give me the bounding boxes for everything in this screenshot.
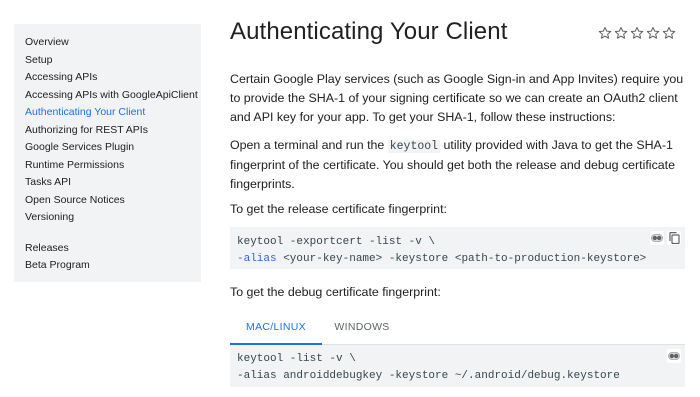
sidebar-nav: Overview Setup Accessing APIs Accessing …	[14, 24, 201, 282]
release-code-alias-rest: <your-key-name> -keystore <path-to-produ…	[276, 253, 647, 265]
sidebar-item-authorizing-rest-apis[interactable]: Authorizing for REST APIs	[25, 122, 201, 140]
keytool-instructions-paragraph: Open a terminal and run the keytool util…	[230, 136, 685, 194]
debug-code-line-2: -alias androiddebugkey -keystore ~/.andr…	[237, 370, 620, 382]
sidebar-item-releases[interactable]: Releases	[25, 240, 201, 258]
sidebar-item-accessing-apis-googleapiclient[interactable]: Accessing APIs with GoogleApiClient	[25, 87, 201, 105]
sidebar-item-runtime-permissions[interactable]: Runtime Permissions	[25, 157, 201, 175]
release-code-toolbar	[650, 231, 681, 245]
sidebar-item-authenticating-your-client[interactable]: Authenticating Your Client	[25, 104, 201, 122]
tab-mac-linux[interactable]: MAC/LINUX	[230, 309, 322, 345]
release-code-alias-keyword: -alias	[237, 253, 277, 265]
release-code-line-1: keytool -exportcert -list -v \	[237, 236, 436, 248]
debug-code-block[interactable]: keytool -list -v \ -alias androiddebugke…	[230, 345, 685, 387]
sidebar-item-tasks-api[interactable]: Tasks API	[25, 174, 201, 192]
debug-fingerprint-label: To get the debug certificate fingerprint…	[230, 285, 441, 299]
rating-stars	[598, 26, 676, 40]
page-title: Authenticating Your Client	[230, 18, 508, 45]
release-code-line-2: -alias <your-key-name> -keystore <path-t…	[237, 251, 685, 268]
sidebar-item-beta-program[interactable]: Beta Program	[25, 257, 201, 275]
sidebar-item-open-source-notices[interactable]: Open Source Notices	[25, 192, 201, 210]
sidebar-item-versioning[interactable]: Versioning	[25, 209, 201, 227]
keytool-inline-code: keytool	[387, 140, 441, 153]
step-text-before: Open a terminal and run the	[230, 138, 388, 152]
dark-mode-toggle-icon[interactable]	[650, 231, 664, 245]
star-outline-icon[interactable]	[630, 26, 644, 40]
sidebar-item-overview[interactable]: Overview	[25, 34, 201, 52]
os-tabs: MAC/LINUX WINDOWS	[230, 309, 685, 345]
sidebar-item-accessing-apis[interactable]: Accessing APIs	[25, 69, 201, 87]
debug-code-line-1: keytool -list -v \	[237, 353, 356, 365]
release-fingerprint-label: To get the release certificate fingerpri…	[230, 202, 447, 216]
tab-windows[interactable]: WINDOWS	[326, 309, 398, 345]
star-outline-icon[interactable]	[614, 26, 628, 40]
star-outline-icon[interactable]	[662, 26, 676, 40]
sidebar-divider-space	[25, 227, 201, 240]
release-code-block[interactable]: keytool -exportcert -list -v \ -alias <y…	[230, 227, 685, 269]
star-outline-icon[interactable]	[598, 26, 612, 40]
intro-paragraph: Certain Google Play services (such as Go…	[230, 72, 684, 124]
debug-code-toolbar	[667, 349, 681, 363]
sidebar-item-google-services-plugin[interactable]: Google Services Plugin	[25, 139, 201, 157]
copy-icon[interactable]	[667, 231, 681, 245]
dark-mode-toggle-icon[interactable]	[667, 349, 681, 363]
sidebar-item-setup[interactable]: Setup	[25, 52, 201, 70]
star-outline-icon[interactable]	[646, 26, 660, 40]
